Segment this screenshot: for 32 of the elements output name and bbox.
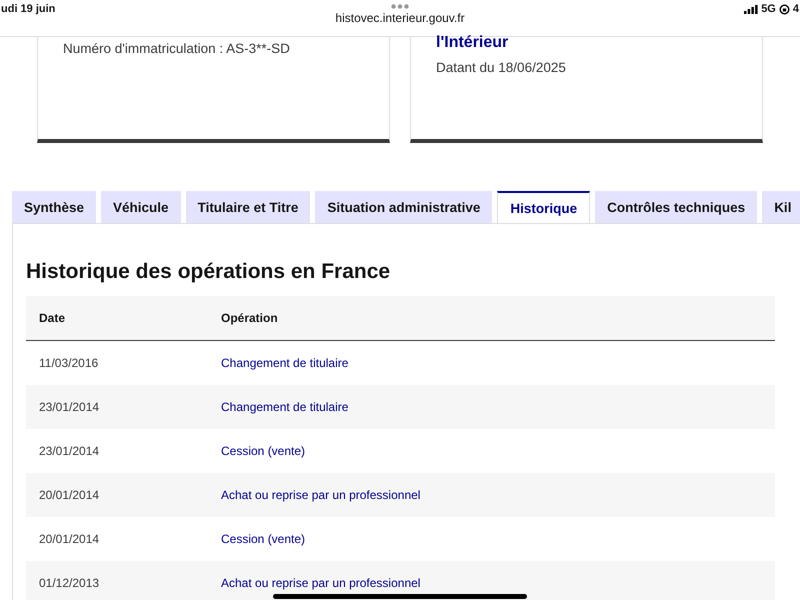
more-icon[interactable] <box>391 4 409 9</box>
date-cell: 23/01/2014 <box>26 385 208 429</box>
address-bar[interactable]: histovec.interieur.gouv.fr <box>335 11 465 25</box>
network-label: 5G <box>761 3 776 15</box>
operation-link[interactable]: Cession (vente) <box>208 517 775 561</box>
operation-link[interactable]: Achat ou reprise par un professionnel <box>208 561 775 600</box>
tab[interactable]: Situation administrative <box>315 191 492 223</box>
operation-link[interactable]: Cession (vente) <box>208 429 775 473</box>
card-text: Datant du 18/06/2025 <box>436 60 567 75</box>
date-cell: 20/01/2014 <box>26 473 208 517</box>
tab[interactable]: Kil <box>762 191 800 223</box>
tab[interactable]: Historique <box>497 191 590 223</box>
operation-link[interactable]: Changement de titulaire <box>208 340 775 385</box>
date-cell: 23/01/2014 <box>26 429 208 473</box>
date-cell: 20/01/2014 <box>26 517 208 561</box>
card-text: Numéro d'immatriculation : AS-3**-SD <box>63 41 291 56</box>
lock-rotation-icon <box>778 4 790 14</box>
tab[interactable]: Titulaire et Titre <box>186 191 310 223</box>
tab[interactable]: Contrôles techniques <box>595 191 758 223</box>
signal-icon <box>744 4 758 14</box>
status-date: udi 19 juin <box>0 2 56 15</box>
date-cell: 01/12/2013 <box>26 561 208 600</box>
section-title: Historique des opérations en France <box>26 260 392 284</box>
column-header: Opération <box>208 296 775 340</box>
tab[interactable]: Synthèse <box>12 191 96 223</box>
date-cell: 11/03/2016 <box>26 340 208 385</box>
operation-link[interactable]: Changement de titulaire <box>208 385 775 429</box>
card-title: l'Intérieur <box>436 34 510 52</box>
column-header: Date <box>26 296 208 340</box>
tab[interactable]: Véhicule <box>101 191 181 223</box>
battery-label: 4 <box>792 3 799 15</box>
operation-link[interactable]: Achat ou reprise par un professionnel <box>208 473 775 517</box>
